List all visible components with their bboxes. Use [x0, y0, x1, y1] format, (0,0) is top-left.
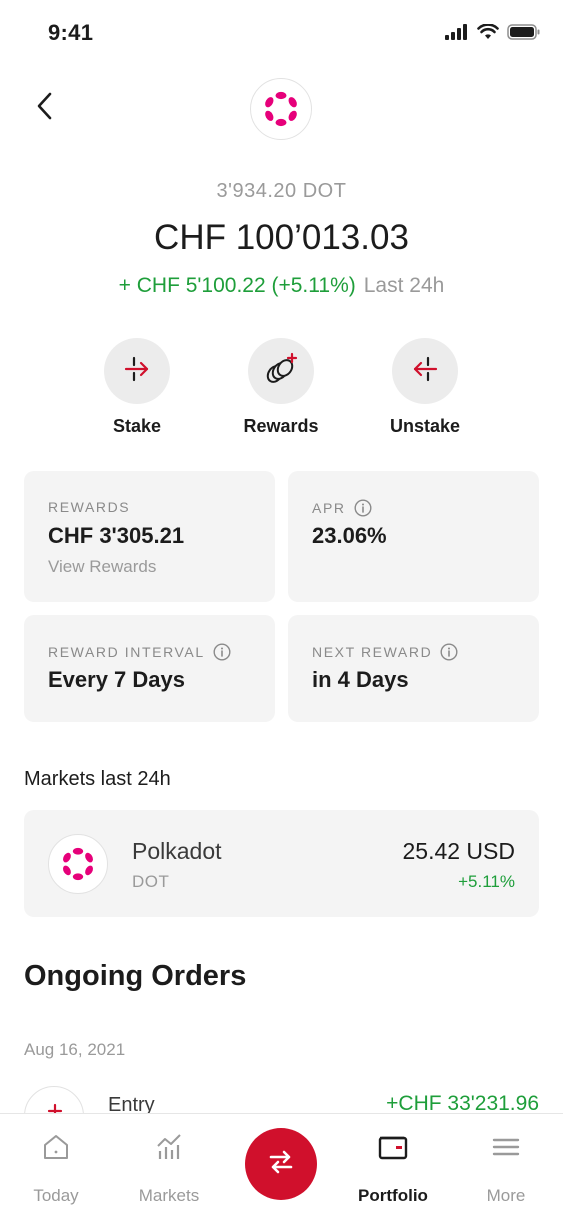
markets-section-title: Markets last 24h — [24, 768, 171, 790]
info-icon[interactable] — [354, 499, 372, 517]
crypto-balance: 3'934.20 DOT — [216, 180, 347, 202]
cellular-signal-icon — [445, 24, 469, 45]
reward-interval-label-text: REWARD INTERVAL — [48, 644, 205, 660]
battery-icon — [507, 24, 541, 45]
info-icon[interactable] — [440, 643, 458, 661]
swap-button[interactable] — [245, 1128, 317, 1200]
tab-portfolio[interactable]: Portfolio — [343, 1130, 443, 1206]
info-icon[interactable] — [213, 643, 231, 661]
unstake-circle — [392, 338, 458, 404]
status-bar: 9:41 — [0, 0, 563, 70]
tab-markets-label: Markets — [138, 1186, 200, 1205]
tab-today-label: Today — [33, 1186, 79, 1205]
next-reward-label: NEXT REWARD — [312, 643, 458, 661]
swap-icon — [266, 1147, 296, 1182]
tab-more[interactable]: More — [456, 1130, 556, 1206]
menu-icon — [456, 1130, 556, 1164]
tab-markets[interactable]: Markets — [119, 1130, 219, 1206]
market-name: Polkadot — [132, 838, 222, 864]
rewards-button[interactable]: Rewards — [221, 338, 341, 437]
fiat-balance: CHF 100’013.03 — [154, 218, 409, 257]
polkadot-icon — [63, 847, 93, 881]
apr-card-label: APR — [312, 499, 372, 517]
rewards-coins-icon — [263, 352, 299, 391]
reward-interval-label: REWARD INTERVAL — [48, 643, 231, 661]
wallet-icon — [343, 1130, 443, 1164]
rewards-card: REWARDS CHF 3'305.21 View Rewards — [24, 471, 275, 602]
order-date: Aug 16, 2021 — [24, 1040, 126, 1059]
tab-today[interactable]: Today — [6, 1130, 106, 1206]
stake-circle — [104, 338, 170, 404]
apr-card: APR 23.06% — [288, 471, 539, 602]
reward-interval-card: REWARD INTERVAL Every 7 Days — [24, 615, 275, 722]
rewards-card-label-text: REWARDS — [48, 499, 131, 515]
market-change: +5.11% — [458, 872, 515, 891]
rewards-label: Rewards — [243, 416, 319, 436]
home-icon — [6, 1130, 106, 1164]
polkadot-logo — [250, 78, 312, 140]
stake-arrow-icon — [122, 354, 152, 389]
unstake-button[interactable]: Unstake — [365, 338, 485, 437]
change-period: Last 24h — [363, 274, 445, 297]
unstake-label: Unstake — [389, 416, 461, 436]
status-icons — [445, 23, 541, 45]
market-price: 25.42 USD — [402, 838, 515, 864]
balance-change: + CHF 5'100.22 (+5.11%) Last 24h — [0, 274, 563, 298]
polkadot-icon — [265, 91, 297, 127]
next-reward-label-text: NEXT REWARD — [312, 644, 433, 660]
back-button[interactable] — [26, 90, 62, 126]
apr-card-label-text: APR — [312, 500, 346, 516]
tab-more-label: More — [486, 1186, 526, 1205]
rewards-card-label: REWARDS — [48, 499, 130, 515]
next-reward-value: in 4 Days — [312, 667, 409, 692]
chevron-left-icon — [34, 91, 54, 126]
view-rewards-link[interactable]: View Rewards — [48, 557, 156, 577]
market-item-polkadot[interactable]: Polkadot DOT 25.42 USD +5.11% — [24, 810, 539, 917]
polkadot-logo — [48, 834, 108, 894]
reward-interval-value: Every 7 Days — [48, 667, 185, 692]
tab-bar: Today Markets Portfolio More — [0, 1113, 563, 1218]
ongoing-orders-title: Ongoing Orders — [24, 960, 247, 992]
rewards-circle — [248, 338, 314, 404]
stake-label: Stake — [112, 416, 162, 436]
rewards-card-value: CHF 3'305.21 — [48, 523, 185, 548]
wifi-icon — [477, 23, 499, 45]
chart-icon — [119, 1130, 219, 1164]
status-time: 9:41 — [48, 20, 94, 45]
unstake-arrow-icon — [410, 354, 440, 389]
tab-portfolio-label: Portfolio — [358, 1186, 428, 1205]
change-value: + CHF 5'100.22 (+5.11%) — [118, 274, 356, 297]
apr-card-value: 23.06% — [312, 523, 387, 548]
market-ticker: DOT — [132, 872, 170, 891]
next-reward-card: NEXT REWARD in 4 Days — [288, 615, 539, 722]
stake-button[interactable]: Stake — [77, 338, 197, 437]
